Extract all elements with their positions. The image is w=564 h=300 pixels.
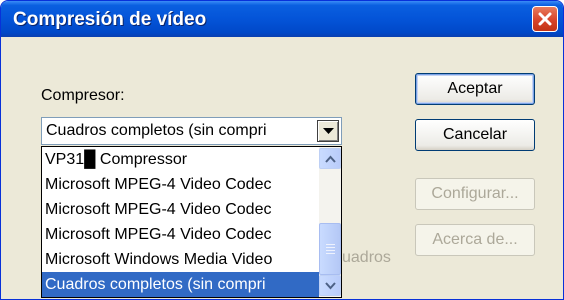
close-icon bbox=[538, 12, 552, 26]
vertical-scrollbar[interactable] bbox=[319, 147, 341, 297]
scroll-up-button[interactable] bbox=[319, 148, 341, 169]
title-bar[interactable]: Compresión de vídeo bbox=[1, 1, 563, 37]
combobox-dropdown-button[interactable] bbox=[317, 120, 339, 142]
accept-button[interactable]: Aceptar bbox=[415, 73, 535, 105]
list-item[interactable]: Microsoft MPEG-4 Video Codec bbox=[42, 172, 319, 197]
video-compression-dialog: Compresión de vídeo Compresor: Cuadros c… bbox=[0, 0, 564, 300]
configure-button[interactable]: Configurar... bbox=[415, 178, 535, 210]
compressor-selected-value: Cuadros completos (sin compri bbox=[46, 122, 267, 139]
cancel-button[interactable]: Cancelar bbox=[415, 119, 535, 151]
close-button[interactable] bbox=[532, 6, 558, 32]
grip-line bbox=[326, 247, 335, 248]
about-button[interactable]: Acerca de... bbox=[415, 224, 535, 256]
compressor-options: VP31█ Compressor Microsoft MPEG-4 Video … bbox=[42, 147, 319, 297]
compressor-dropdown-list[interactable]: VP31█ Compressor Microsoft MPEG-4 Video … bbox=[41, 146, 342, 298]
list-item[interactable]: VP31█ Compressor bbox=[42, 147, 319, 172]
grip-line bbox=[326, 244, 335, 245]
chevron-down-icon bbox=[323, 128, 334, 134]
grip-line bbox=[326, 250, 335, 251]
chevron-down-icon bbox=[325, 282, 336, 290]
scroll-down-button[interactable] bbox=[319, 275, 341, 296]
list-item[interactable]: Microsoft MPEG-4 Video Codec bbox=[42, 197, 319, 222]
list-item-selected[interactable]: Cuadros completos (sin compri bbox=[42, 272, 319, 297]
scrollbar-thumb[interactable] bbox=[319, 223, 341, 275]
grip-line bbox=[326, 253, 335, 254]
partially-hidden-label: uadros bbox=[342, 249, 391, 266]
chevron-up-icon bbox=[325, 155, 336, 163]
list-item[interactable]: Microsoft Windows Media Video bbox=[42, 247, 319, 272]
compressor-combobox[interactable]: Cuadros completos (sin compri bbox=[41, 117, 342, 145]
window-title: Compresión de vídeo bbox=[13, 9, 207, 30]
list-item[interactable]: Microsoft MPEG-4 Video Codec bbox=[42, 222, 319, 247]
compressor-label: Compresor: bbox=[41, 87, 125, 104]
